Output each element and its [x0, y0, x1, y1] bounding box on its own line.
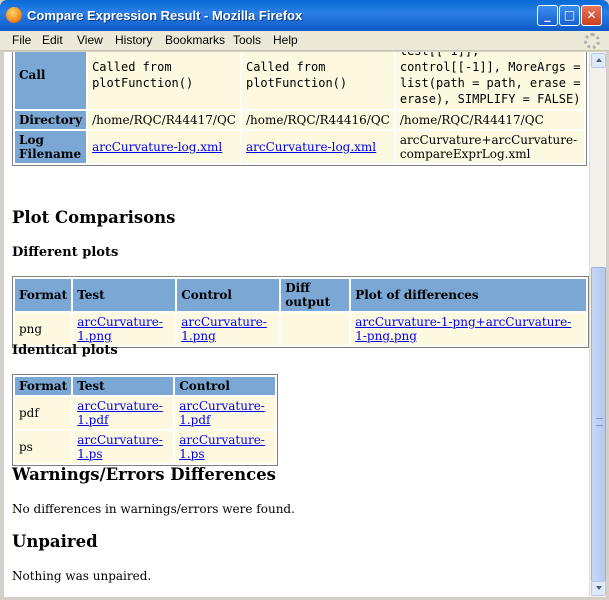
directory-other: /home/RQC/R44417/QC: [395, 111, 585, 129]
throbber-icon: [584, 33, 600, 49]
table-header-row: Format Test Control Diff output Plot of …: [15, 279, 586, 311]
menu-bookmarks[interactable]: Bookmarks: [165, 33, 225, 47]
control-link[interactable]: arcCurvature-1.ps: [179, 433, 265, 461]
col-plot-of-differences: Plot of differences: [351, 279, 586, 311]
table-row: Directory /home/RQC/R44417/QC /home/RQC/…: [15, 111, 585, 129]
plot-of-differences-cell: arcCurvature-1-png+arcCurvature-1-png.pn…: [351, 313, 586, 345]
col-format: Format: [15, 377, 72, 395]
directory-test: /home/RQC/R44417/QC: [88, 111, 240, 129]
test-link[interactable]: arcCurvature-1.pdf: [77, 399, 163, 427]
call-other: test[[-1]], control[[-1]], MoreArgs = li…: [395, 52, 585, 109]
maximize-button[interactable]: □: [559, 5, 580, 26]
table-row: ps arcCurvature-1.ps arcCurvature-1.ps: [15, 431, 276, 463]
format-cell: png: [15, 313, 72, 345]
call-control: Called from plotFunction(): [241, 52, 394, 109]
firefox-icon: [6, 7, 22, 23]
call-test: Called from plotFunction(): [88, 52, 240, 109]
directory-control: /home/RQC/R44416/QC: [241, 111, 394, 129]
warnings-heading: Warnings/Errors Differences: [12, 465, 276, 484]
menu-edit[interactable]: Edit: [42, 33, 63, 47]
log-test-cell: arcCurvature-log.xml: [88, 131, 240, 163]
menu-view[interactable]: View: [77, 33, 103, 47]
control-cell: arcCurvature-1.ps: [175, 431, 276, 463]
col-diff-output: Diff output: [281, 279, 350, 311]
table-row: Log Filename arcCurvature-log.xml arcCur…: [15, 131, 585, 163]
row-label-log-filename: Log Filename: [15, 131, 87, 163]
title-bar: Compare Expression Result - Mozilla Fire…: [0, 0, 609, 31]
table-row: pdf arcCurvature-1.pdf arcCurvature-1.pd…: [15, 397, 276, 429]
result-table: Call Called from plotFunction() Called f…: [12, 52, 588, 166]
control-link[interactable]: arcCurvature-1.png: [181, 315, 267, 343]
col-control: Control: [175, 377, 276, 395]
col-format: Format: [15, 279, 72, 311]
identical-plots-table: Format Test Control pdf arcCurvature-1.p…: [12, 374, 279, 466]
different-plots-table: Format Test Control Diff output Plot of …: [12, 276, 589, 348]
scroll-down-icon[interactable]: [591, 581, 606, 596]
plot-comparisons-heading: Plot Comparisons: [12, 208, 176, 227]
scroll-up-icon[interactable]: [591, 53, 606, 68]
row-label-directory: Directory: [15, 111, 87, 129]
identical-plots-heading: Identical plots: [12, 343, 118, 358]
test-cell: arcCurvature-1.pdf: [73, 397, 174, 429]
scroll-thumb[interactable]: [591, 267, 606, 582]
grip-icon: [596, 418, 603, 426]
col-test: Test: [73, 377, 174, 395]
log-control-link[interactable]: arcCurvature-log.xml: [246, 140, 376, 154]
plot-of-differences-link[interactable]: arcCurvature-1-png+arcCurvature-1-png.pn…: [355, 315, 571, 343]
format-cell: ps: [15, 431, 72, 463]
menu-history[interactable]: History: [115, 33, 152, 47]
format-cell: pdf: [15, 397, 72, 429]
log-other: arcCurvature+arcCurvature-compareExprLog…: [395, 131, 585, 163]
control-cell: arcCurvature-1.pdf: [175, 397, 276, 429]
minimize-button[interactable]: _: [537, 5, 558, 26]
log-control-cell: arcCurvature-log.xml: [241, 131, 394, 163]
menu-bar: File Edit View History Bookmarks Tools H…: [0, 31, 609, 51]
warnings-text: No differences in warnings/errors were f…: [12, 502, 295, 516]
log-test-link[interactable]: arcCurvature-log.xml: [92, 140, 222, 154]
menu-file[interactable]: File: [12, 33, 31, 47]
page-content: Call Called from plotFunction() Called f…: [4, 52, 589, 597]
menu-help[interactable]: Help: [273, 33, 298, 47]
table-header-row: Format Test Control: [15, 377, 276, 395]
table-row: Call Called from plotFunction() Called f…: [15, 52, 585, 109]
diff-output-cell: [281, 313, 350, 345]
close-button[interactable]: ✕: [581, 5, 602, 26]
row-label-call: Call: [15, 52, 87, 109]
different-plots-heading: Different plots: [12, 245, 119, 260]
unpaired-text: Nothing was unpaired.: [12, 569, 152, 583]
table-row: png arcCurvature-1.png arcCurvature-1.pn…: [15, 313, 586, 345]
menu-tools[interactable]: Tools: [233, 33, 261, 47]
unpaired-heading: Unpaired: [12, 532, 98, 551]
window-title: Compare Expression Result - Mozilla Fire…: [27, 8, 303, 23]
test-cell: arcCurvature-1.png: [73, 313, 176, 345]
test-link[interactable]: arcCurvature-1.ps: [77, 433, 163, 461]
test-link[interactable]: arcCurvature-1.png: [77, 315, 163, 343]
control-cell: arcCurvature-1.png: [177, 313, 280, 345]
col-test: Test: [73, 279, 176, 311]
col-control: Control: [177, 279, 280, 311]
vertical-scrollbar[interactable]: [589, 52, 606, 597]
control-link[interactable]: arcCurvature-1.pdf: [179, 399, 265, 427]
test-cell: arcCurvature-1.ps: [73, 431, 174, 463]
